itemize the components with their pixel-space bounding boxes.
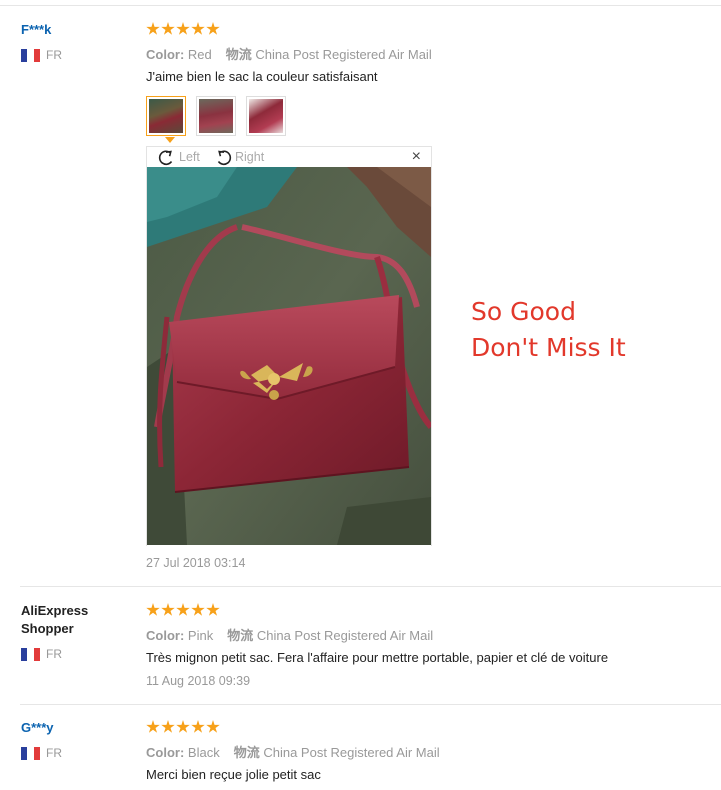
photo-thumbnail[interactable] xyxy=(246,96,286,136)
review-divider xyxy=(20,586,721,587)
review-date: 27 Jul 2018 03:14 xyxy=(146,556,246,570)
star-icon xyxy=(176,720,190,733)
star-icon xyxy=(206,603,220,616)
color-label: Color: xyxy=(146,628,185,643)
country-code: FR xyxy=(46,647,62,661)
star-icon xyxy=(146,720,160,733)
rotate-right-label: Right xyxy=(235,150,265,164)
star-icon xyxy=(176,603,190,616)
country-code: FR xyxy=(46,746,62,760)
reviewer-name[interactable]: G***y xyxy=(21,719,54,737)
color-value: Pink xyxy=(187,628,214,643)
shipping-value: China Post Registered Air Mail xyxy=(263,745,440,760)
star-rating xyxy=(146,22,220,36)
color-value: Red xyxy=(187,47,212,62)
star-icon xyxy=(161,720,175,733)
rotate-left-icon xyxy=(158,150,173,166)
order-info: Color: Pink 物流 China Post Registered Air … xyxy=(146,625,433,644)
country-code: FR xyxy=(46,48,62,62)
star-icon xyxy=(146,22,160,35)
rotate-left-label: Left xyxy=(179,150,200,164)
photo-thumbnail[interactable] xyxy=(196,96,236,136)
france-flag-icon xyxy=(21,746,40,760)
reviewer-name: AliExpress Shopper xyxy=(21,603,89,636)
star-icon xyxy=(206,720,220,733)
shipping-label: 物流 xyxy=(227,628,254,643)
photo-viewer: Left Right × xyxy=(146,146,432,546)
color-label: Color: xyxy=(146,745,185,760)
star-icon xyxy=(161,22,175,35)
red-bag-photo xyxy=(147,167,431,545)
promo-text: So Good Don't Miss It xyxy=(471,294,626,366)
star-icon xyxy=(191,720,205,733)
order-info: Color: Black 物流 China Post Registered Air… xyxy=(146,742,440,761)
thumbnail-pointer xyxy=(165,137,175,143)
reviewer-name[interactable]: F***k xyxy=(21,21,51,39)
star-rating xyxy=(146,720,220,734)
star-rating xyxy=(146,603,220,617)
country: FR xyxy=(21,647,62,661)
france-flag-icon xyxy=(21,48,40,62)
star-icon xyxy=(191,603,205,616)
country: FR xyxy=(21,48,62,62)
order-info: Color: Red 物流 China Post Registered Air M… xyxy=(146,44,432,63)
color-value: Black xyxy=(187,745,220,760)
shipping-value: China Post Registered Air Mail xyxy=(256,628,434,643)
star-icon xyxy=(191,22,205,35)
top-divider xyxy=(0,5,721,6)
review-date: 11 Aug 2018 09:39 xyxy=(146,674,251,688)
france-flag-icon xyxy=(21,647,40,661)
review-photo xyxy=(147,167,431,545)
star-icon xyxy=(206,22,220,35)
star-icon xyxy=(176,22,190,35)
shipping-label: 物流 xyxy=(225,47,252,62)
shipping-value: China Post Registered Air Mail xyxy=(255,47,432,62)
review-divider xyxy=(20,704,721,705)
shipping-label: 物流 xyxy=(233,745,260,760)
review-text: Très mignon petit sac. Fera l'affaire po… xyxy=(146,650,609,665)
star-icon xyxy=(161,603,175,616)
color-label: Color: xyxy=(146,47,185,62)
photo-thumbnails xyxy=(146,96,286,136)
promo-line-1: So Good xyxy=(471,297,576,326)
country: FR xyxy=(21,746,62,760)
star-icon xyxy=(146,603,160,616)
review-text: Merci bien reçue jolie petit sac xyxy=(146,767,321,782)
rotate-right-icon xyxy=(217,150,232,166)
rotate-right-button[interactable]: Right xyxy=(213,148,264,166)
photo-thumbnail[interactable] xyxy=(146,96,186,136)
promo-line-2: Don't Miss It xyxy=(471,333,626,362)
viewer-toolbar: Left Right × xyxy=(147,147,431,167)
close-viewer-button[interactable]: × xyxy=(412,147,421,167)
review-text: J'aime bien le sac la couleur satisfaisa… xyxy=(146,69,378,84)
rotate-left-button[interactable]: Left xyxy=(157,148,200,166)
